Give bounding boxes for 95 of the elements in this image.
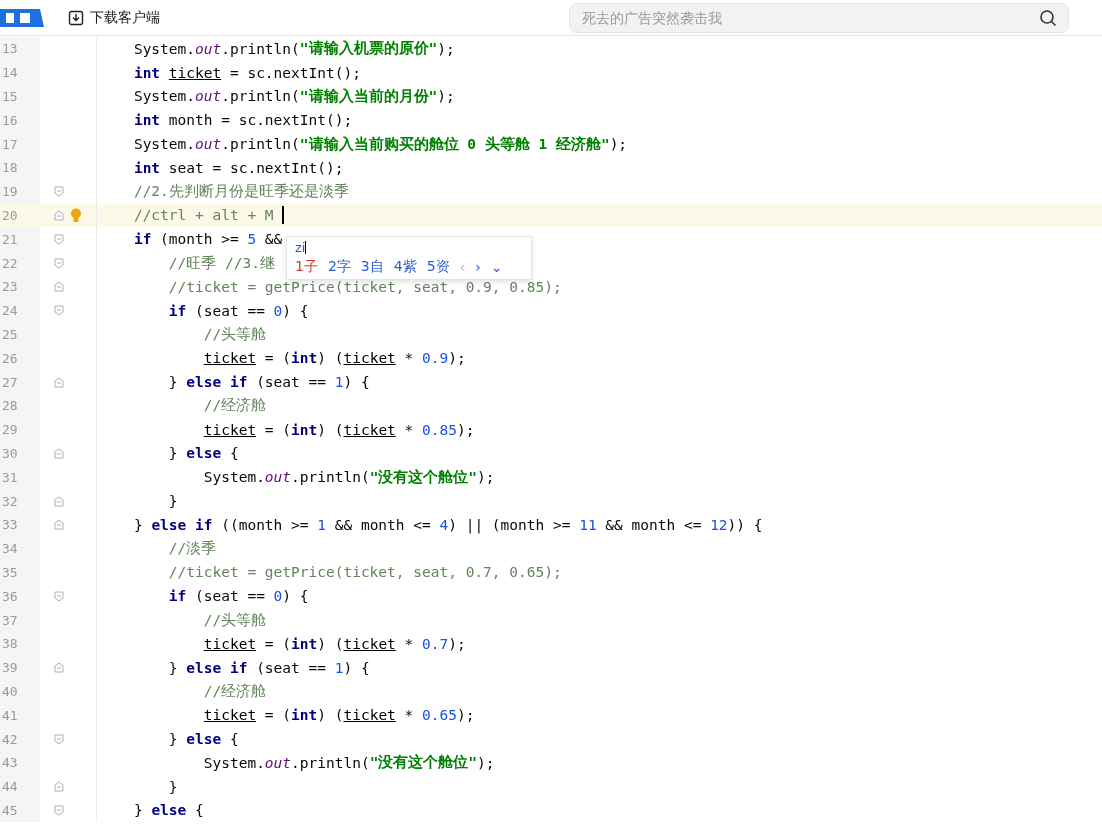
fold-marker-icon[interactable] (54, 733, 64, 745)
code-line: } else if (seat == 1) { (167, 374, 370, 391)
code-line: ticket = (int) (ticket * 0.9); (202, 350, 466, 367)
line-number: 15 (0, 84, 40, 109)
line-number: 28 (0, 393, 40, 418)
code-line: //旺季 //3.继 (167, 253, 275, 273)
fold-marker-icon[interactable] (54, 662, 64, 674)
ime-candidate[interactable]: 2字 (327, 258, 351, 276)
code-line: } else if (seat == 1) { (167, 659, 370, 676)
code-line: //经济舱 (202, 681, 267, 701)
fold-marker-icon[interactable] (54, 781, 64, 793)
lightbulb-icon[interactable] (70, 207, 82, 223)
code-line: System.out.println("请输入机票的原价"); (132, 39, 455, 59)
fold-marker-icon[interactable] (54, 590, 64, 602)
fold-marker-icon[interactable] (54, 804, 64, 816)
line-number: 40 (0, 679, 40, 704)
code-line: //ctrl + alt + M (99, 206, 285, 225)
next-page-arrow[interactable]: › (475, 259, 481, 275)
line-number: 21 (0, 227, 40, 252)
line-number: 27 (0, 370, 40, 394)
ime-candidate[interactable]: 1子 (295, 258, 318, 276)
fold-marker-icon[interactable] (54, 305, 64, 317)
code-line: //2.先判断月份是旺季还是淡季 (132, 182, 349, 202)
fold-marker-icon[interactable] (54, 519, 64, 531)
line-number: 33 (0, 512, 40, 537)
line-number: 32 (0, 489, 40, 513)
code-line: } else { (167, 731, 239, 747)
line-number: 36 (0, 584, 40, 609)
line-number: 43 (0, 750, 40, 775)
line-number: 14 (0, 60, 40, 85)
text-cursor (282, 206, 285, 225)
code-line: //头等舱 (202, 324, 267, 344)
line-number: 44 (0, 774, 40, 799)
code-line: if (seat == 0) { (167, 302, 309, 319)
line-number: 42 (0, 727, 40, 751)
line-number: 22 (0, 251, 40, 275)
ime-candidate[interactable]: 3 自 (360, 258, 384, 276)
search-icon[interactable] (1039, 8, 1057, 27)
fold-marker-icon[interactable] (54, 209, 64, 221)
fold-marker-icon[interactable] (54, 447, 64, 459)
ime-candidate[interactable]: 4紫 (393, 258, 417, 276)
code-line: ticket = (int) (ticket * 0.65); (202, 707, 475, 724)
code-line: //ticket = getPrice(ticket, seat, 0.7, 0.65); (167, 564, 562, 581)
line-number: 38 (0, 631, 40, 656)
line-number: 13 (0, 37, 40, 61)
line-number: 31 (0, 465, 40, 490)
download-icon (68, 9, 84, 26)
code-line: //经济舱 (202, 396, 267, 416)
line-number: 34 (0, 536, 40, 561)
line-number: 35 (0, 560, 40, 585)
fold-marker-icon[interactable] (54, 376, 64, 388)
code-line: } (167, 493, 178, 510)
code-line: ticket = (int) (ticket * 0.7); (202, 635, 466, 652)
line-number: 41 (0, 703, 40, 728)
fold-marker-icon[interactable] (54, 495, 64, 507)
line-number: 25 (0, 322, 40, 347)
code-line: int month = sc.nextInt(); (132, 112, 353, 129)
code-line: //ticket = getPrice(ticket, seat, 0.9, 0.85); (167, 278, 562, 295)
search-field[interactable]: 死去的广告突然袭击我 (569, 2, 1069, 33)
logo-icon[interactable] (0, 6, 46, 29)
line-number: 29 (0, 417, 40, 442)
code-line: System.out.println("没有这个舱位"); (202, 753, 495, 773)
line-number: 37 (0, 608, 40, 632)
fold-marker-icon[interactable] (54, 281, 64, 293)
code-line: //头等舱 (202, 610, 267, 630)
expand-arrow[interactable]: ⌄ (490, 259, 503, 275)
code-line: if (month >= 5 && (132, 231, 283, 248)
download-client-link[interactable]: 下载客户端 (68, 8, 160, 27)
code-line: } else { (167, 445, 239, 462)
code-line: } else { (132, 802, 204, 819)
line-number: 17 (0, 132, 40, 156)
line-number: 23 (0, 274, 40, 299)
ime-input-text: zi (295, 238, 307, 256)
code-line: //淡季 (167, 539, 217, 559)
line-number: 18 (0, 156, 40, 180)
line-number: 16 (0, 108, 40, 133)
code-line: if (seat == 0) { (167, 588, 309, 605)
code-line: System.out.println("请输入当前购买的舱位 0 头等舱 1 经济舱"); (132, 134, 628, 154)
code-line: } (167, 778, 178, 795)
code-line: int ticket = sc.nextInt(); (132, 64, 361, 81)
ime-candidate[interactable]: 5资 (426, 258, 450, 276)
fold-marker-icon[interactable] (54, 233, 64, 245)
code-line: System.out.println("请输入当前的月份"); (132, 87, 455, 106)
line-number: 30 (0, 441, 40, 466)
line-number: 26 (0, 346, 40, 371)
code-line: System.out.println("没有这个舱位"); (202, 467, 495, 487)
code-line: } else if ((month >= 1 && month <= 4) || (month >= 11 && month <= 12)) { (132, 516, 763, 533)
line-number: 39 (0, 655, 40, 680)
code-line: int seat = sc.nextInt(); (132, 159, 344, 176)
fold-marker-icon[interactable] (54, 186, 64, 198)
line-number: 45 (0, 798, 40, 823)
fold-marker-icon[interactable] (54, 257, 64, 269)
line-number: 19 (0, 179, 40, 204)
code-line: ticket = (int) (ticket * 0.85); (202, 421, 475, 438)
line-number: 24 (0, 298, 40, 323)
